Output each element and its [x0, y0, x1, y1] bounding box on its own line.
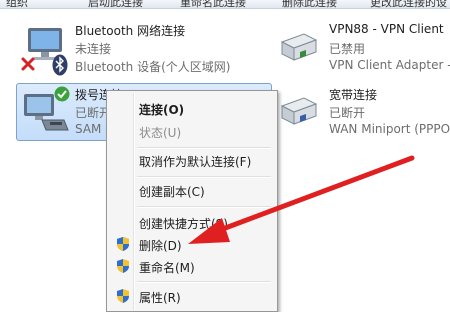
connection-device: WAN Miniport (PPPO: [329, 122, 450, 136]
bluetooth-icon: [52, 54, 68, 76]
menu-item-copy[interactable]: 创建副本(C): [109, 179, 273, 201]
connection-device: VPN Client Adapter -: [329, 58, 450, 72]
menu-separator: [137, 206, 271, 208]
menu-item-rename[interactable]: 重命名(M): [109, 255, 273, 277]
menu-item-label: 连接(O): [139, 103, 185, 117]
menu-item-delete[interactable]: 删除(D): [109, 233, 273, 255]
connection-name: Bluetooth 网络连接: [75, 24, 186, 38]
broadband-adapter-icon: [280, 97, 318, 125]
menu-item-label: 属性(R): [139, 291, 181, 305]
connection-device: Bluetooth 设备(个人区域网): [75, 60, 231, 74]
toolbar-delete-connection[interactable]: 删除此连接: [282, 0, 337, 8]
context-menu: 连接(O) 状态(U) 取消作为默认连接(F) 创建副本(C) 创建快捷方式(S…: [106, 90, 278, 312]
toolbar-change-settings[interactable]: 更改此连接的设置: [370, 0, 450, 8]
connection-status: 已断开: [329, 106, 366, 120]
uac-shield-icon: [117, 259, 129, 273]
toolbar: 组织 启动此连接 重命名此连接 删除此连接 更改此连接的设置: [0, 0, 450, 9]
disconnected-x-icon: [21, 57, 35, 71]
menu-separator: [137, 176, 271, 178]
menu-separator: [137, 281, 271, 283]
connection-status: 已禁用: [329, 42, 366, 56]
menu-item-label: 重命名(M): [139, 261, 195, 275]
toolbar-start-connection[interactable]: 启动此连接: [88, 0, 143, 8]
menu-item-label: 取消作为默认连接(F): [139, 155, 252, 169]
connection-device: SAM: [75, 122, 102, 136]
connection-name: VPN88 - VPN Client: [329, 22, 444, 36]
menu-item-status[interactable]: 状态(U): [109, 120, 273, 142]
uac-shield-icon: [117, 237, 129, 251]
connection-status: 未连接: [75, 42, 112, 56]
connection-bluetooth[interactable]: Bluetooth 网络连接 未连接 Bluetooth 设备(个人区域网): [18, 20, 258, 80]
connection-name: 宽带连接: [329, 88, 378, 102]
menu-item-label: 状态(U): [139, 126, 182, 140]
vpn-adapter-icon: [280, 33, 318, 61]
menu-item-connect[interactable]: 连接(O): [109, 97, 273, 119]
menu-item-create-shortcut[interactable]: 创建快捷方式(S): [109, 211, 273, 233]
uac-shield-icon: [117, 289, 129, 303]
menu-item-label: 删除(D): [139, 239, 182, 253]
menu-item-label: 创建副本(C): [139, 185, 205, 199]
menu-item-label: 创建快捷方式(S): [139, 217, 228, 231]
menu-item-cancel-default[interactable]: 取消作为默认连接(F): [109, 149, 273, 171]
toolbar-rename-connection[interactable]: 重命名此连接: [180, 0, 246, 8]
toolbar-organize[interactable]: 组织: [6, 0, 28, 8]
menu-item-properties[interactable]: 属性(R): [109, 285, 273, 307]
check-icon: [54, 86, 70, 102]
connection-broadband[interactable]: 宽带连接 已断开 WAN Miniport (PPPO: [272, 84, 450, 144]
connection-vpn88[interactable]: VPN88 - VPN Client 已禁用 VPN Client Adapte…: [272, 20, 450, 80]
